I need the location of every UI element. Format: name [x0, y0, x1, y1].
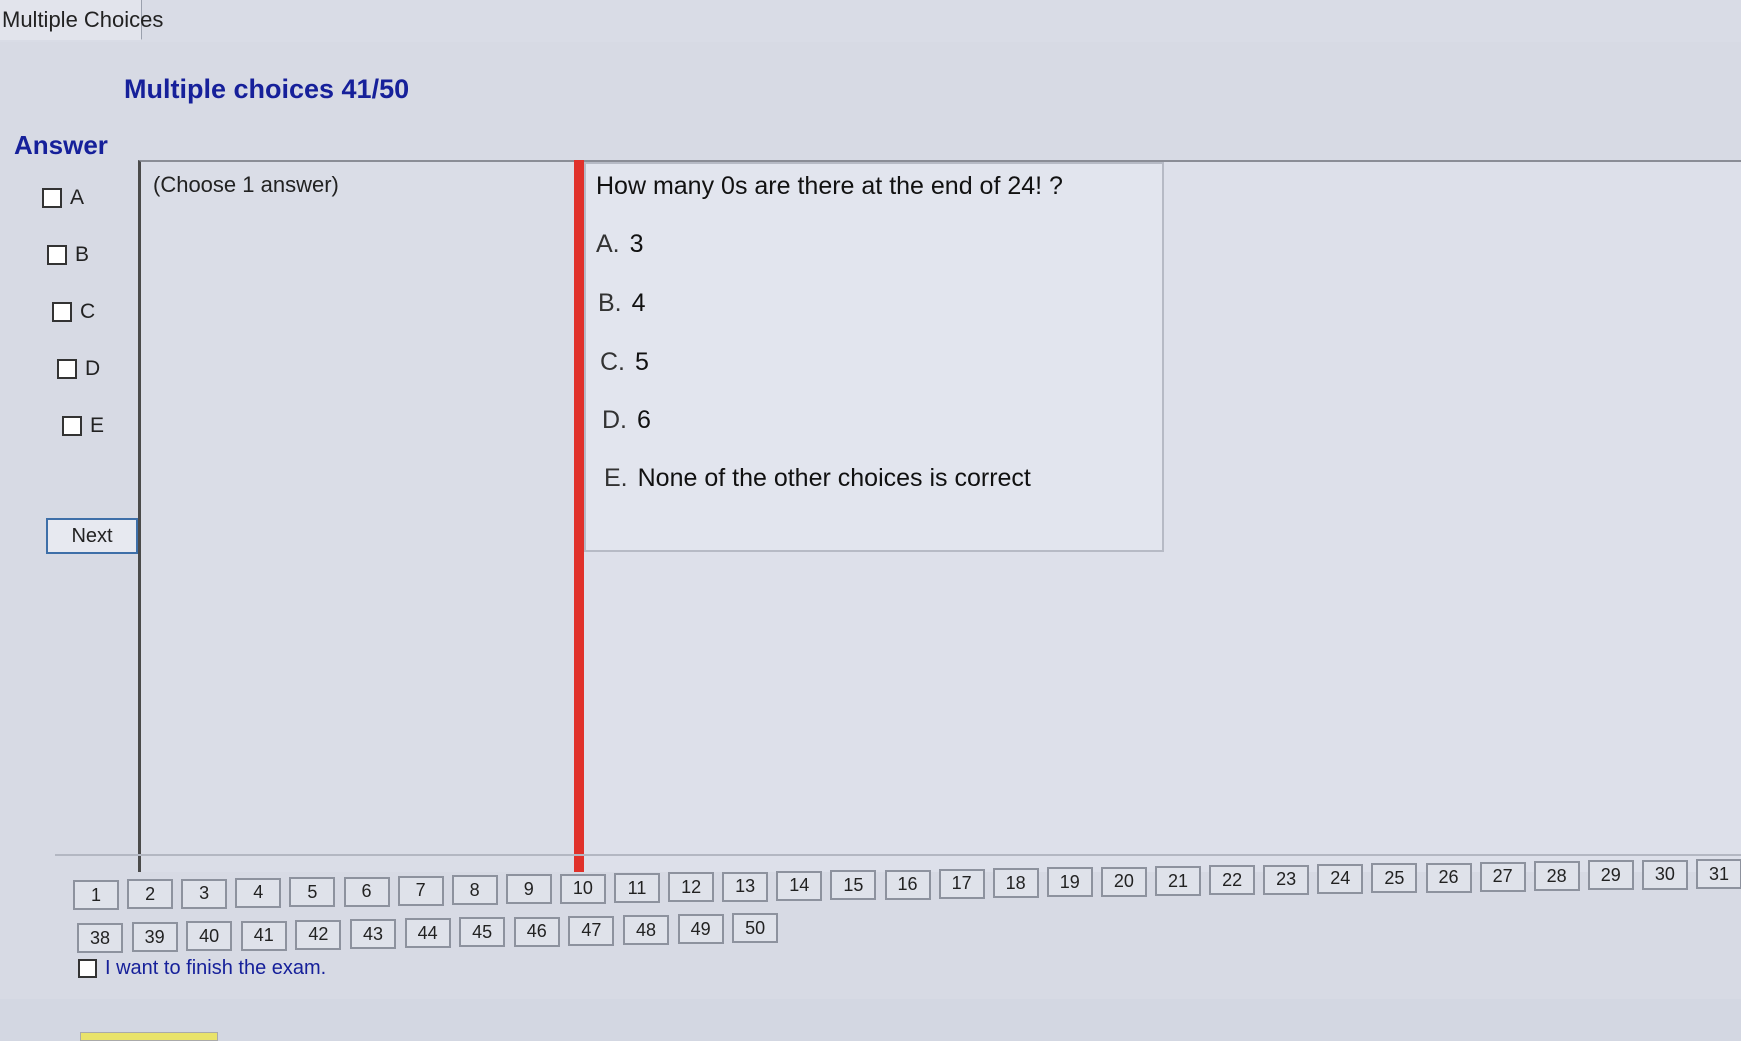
exam-window: Multiple choices 41/50 Answer A B C D E …: [0, 42, 1741, 1041]
option-e-text: None of the other choices is correct: [637, 464, 1031, 492]
instruction-pane: (Choose 1 answer): [138, 160, 574, 872]
question-nav-2[interactable]: 2: [127, 879, 174, 910]
question-nav-26[interactable]: 26: [1425, 862, 1472, 893]
question-nav-43[interactable]: 43: [350, 919, 396, 949]
question-nav-25[interactable]: 25: [1371, 863, 1418, 894]
instruction-text: (Choose 1 answer): [153, 172, 339, 197]
choice-e[interactable]: E: [62, 414, 104, 438]
question-nav-7[interactable]: 7: [397, 875, 444, 906]
question-nav-16[interactable]: 16: [884, 869, 931, 900]
answer-label: Answer: [14, 130, 108, 160]
option-c-text: 5: [635, 348, 649, 376]
option-c-letter: C.: [600, 348, 625, 376]
question-nav-5[interactable]: 5: [289, 877, 336, 908]
choice-a[interactable]: A: [42, 186, 84, 210]
choice-c[interactable]: C: [52, 300, 95, 324]
tab-multiple-choices[interactable]: Multiple Choices: [0, 0, 163, 40]
choice-d-label: D: [85, 357, 101, 380]
page-title: Multiple choices 41/50: [124, 74, 410, 104]
question-nav-27[interactable]: 27: [1479, 861, 1526, 892]
choice-d[interactable]: D: [57, 357, 100, 381]
question-nav-42[interactable]: 42: [295, 919, 342, 950]
option-b-text: 4: [631, 289, 646, 317]
choice-a-label: A: [70, 186, 85, 209]
question-nav-17[interactable]: 17: [938, 868, 985, 899]
question-nav-21[interactable]: 21: [1155, 866, 1201, 896]
question-box: How many 0s are there at the end of 24! …: [584, 162, 1164, 552]
question-nav-28[interactable]: 28: [1533, 861, 1580, 892]
question-nav-47[interactable]: 47: [568, 915, 615, 946]
choice-e-label: E: [90, 414, 105, 437]
pane-splitter[interactable]: [574, 160, 584, 872]
question-nav-15[interactable]: 15: [830, 870, 877, 901]
question-nav-48[interactable]: 48: [623, 915, 669, 945]
question-nav-20[interactable]: 20: [1100, 866, 1147, 897]
question-nav-19[interactable]: 19: [1046, 867, 1093, 898]
question-nav-46[interactable]: 46: [513, 916, 560, 947]
choice-b[interactable]: B: [47, 243, 89, 267]
question-nav-4[interactable]: 4: [235, 877, 282, 908]
question-nav-41[interactable]: 41: [240, 920, 287, 951]
question-nav-11[interactable]: 11: [614, 873, 660, 903]
question-text: How many 0s are there at the end of 24! …: [596, 172, 1063, 200]
question-nav-30[interactable]: 30: [1641, 859, 1688, 890]
question-nav-50[interactable]: 50: [732, 913, 779, 944]
option-a-text: 3: [629, 230, 644, 258]
question-nav-6[interactable]: 6: [343, 876, 390, 907]
question-pane: How many 0s are there at the end of 24! …: [584, 160, 1741, 872]
finish-exam-label: I want to finish the exam.: [105, 957, 327, 979]
question-nav-38[interactable]: 38: [77, 923, 123, 953]
option-c: C. 5: [600, 348, 649, 377]
option-a: A. 3: [596, 230, 644, 259]
option-d-letter: D.: [602, 406, 627, 434]
window-tab-bar: Multiple Choices: [0, 0, 1741, 43]
question-nav-45[interactable]: 45: [459, 917, 506, 948]
option-b: B. 4: [598, 289, 646, 318]
question-nav-18[interactable]: 18: [992, 868, 1039, 899]
question-nav-8[interactable]: 8: [451, 875, 498, 906]
question-nav-3[interactable]: 3: [181, 878, 228, 909]
question-nav-10[interactable]: 10: [559, 873, 606, 904]
question-nav-24[interactable]: 24: [1317, 863, 1364, 894]
question-nav-22[interactable]: 22: [1209, 865, 1256, 896]
next-button[interactable]: Next: [46, 518, 138, 554]
option-e: E. None of the other choices is correct: [604, 464, 1031, 493]
finish-exam-option[interactable]: I want to finish the exam.: [78, 957, 326, 980]
question-nav-14[interactable]: 14: [776, 870, 823, 901]
choice-b-label: B: [75, 243, 90, 266]
submit-button-partial[interactable]: [80, 1032, 218, 1041]
question-nav-23[interactable]: 23: [1263, 864, 1310, 895]
question-nav-9[interactable]: 9: [505, 874, 552, 905]
option-d-text: 6: [637, 406, 651, 434]
question-nav-31[interactable]: 31: [1696, 859, 1741, 889]
choice-e-checkbox[interactable]: [62, 416, 82, 436]
question-nav-44[interactable]: 44: [404, 918, 451, 949]
choice-b-checkbox[interactable]: [47, 245, 67, 265]
choice-c-label: C: [80, 300, 96, 323]
question-nav-49[interactable]: 49: [677, 914, 724, 945]
finish-exam-checkbox[interactable]: [78, 959, 97, 978]
choice-a-checkbox[interactable]: [42, 188, 62, 208]
choice-d-checkbox[interactable]: [57, 359, 77, 379]
bottom-divider: [55, 854, 1741, 856]
question-nav-1[interactable]: 1: [73, 880, 119, 910]
option-a-letter: A.: [596, 230, 620, 258]
option-d: D. 6: [602, 406, 651, 435]
question-nav-29[interactable]: 29: [1587, 860, 1634, 891]
question-nav-40[interactable]: 40: [186, 921, 233, 952]
option-e-letter: E.: [604, 464, 628, 492]
option-b-letter: B.: [598, 289, 622, 317]
question-nav-12[interactable]: 12: [668, 872, 715, 903]
question-nav-39[interactable]: 39: [131, 922, 178, 953]
choice-c-checkbox[interactable]: [52, 302, 72, 322]
question-nav-13[interactable]: 13: [722, 871, 769, 902]
